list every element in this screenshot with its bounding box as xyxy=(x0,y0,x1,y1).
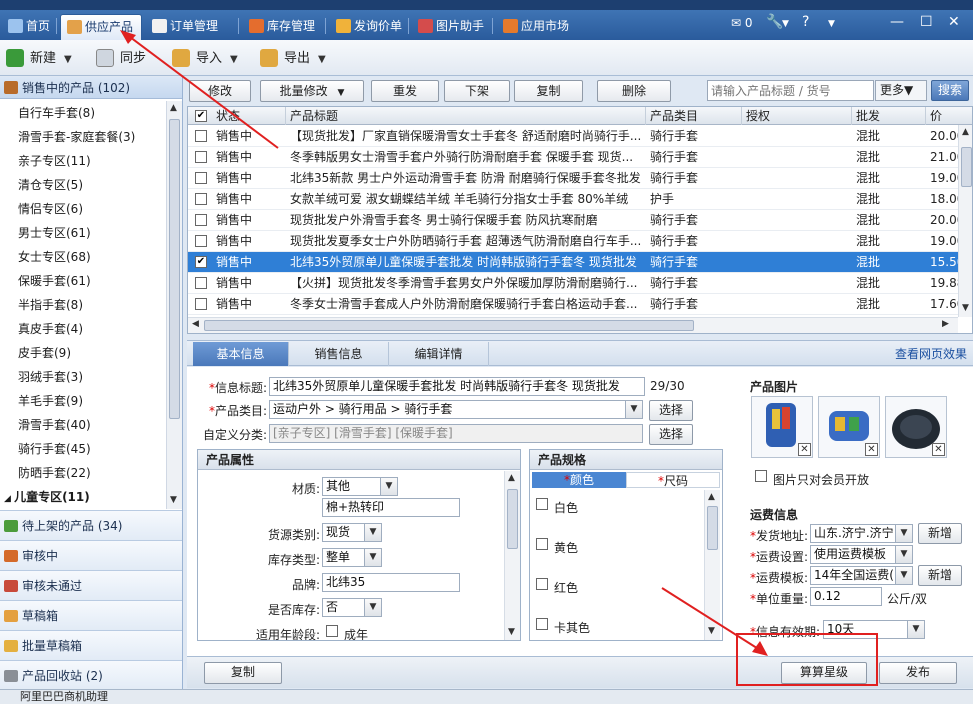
annotation-highlight-box xyxy=(736,633,878,686)
annotation-arrowhead xyxy=(120,30,136,44)
annotation-arrow-line xyxy=(125,33,279,149)
annotation-arrow-line xyxy=(661,587,761,651)
status-bar: 阿里巴巴商机助理 xyxy=(0,689,973,704)
annotation-arrowhead xyxy=(752,641,768,656)
annotation-overlay xyxy=(120,30,878,686)
